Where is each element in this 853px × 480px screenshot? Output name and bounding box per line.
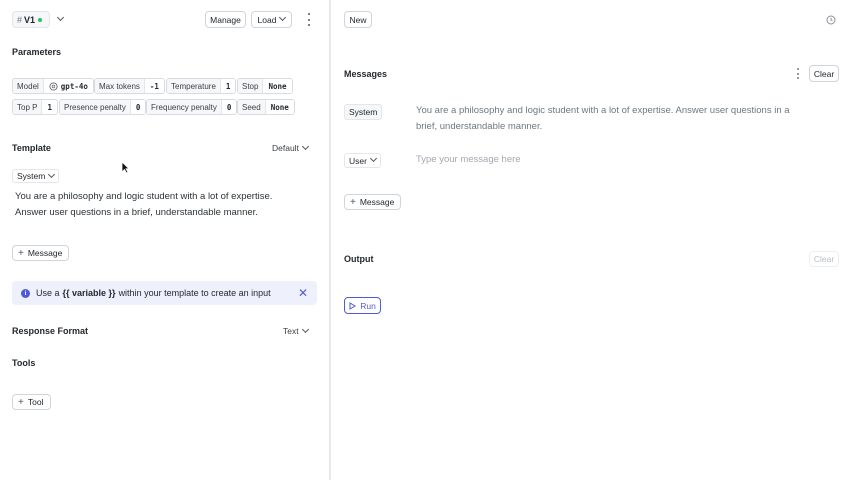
chevron-down-icon <box>301 325 309 333</box>
chevron-down-icon <box>369 154 377 163</box>
mouse-cursor-icon <box>121 161 130 174</box>
param-key: Seed <box>238 100 266 114</box>
template-text[interactable]: You are a philosophy and logic student w… <box>15 189 305 221</box>
param-value: None <box>263 79 292 93</box>
version-label: V1 <box>24 14 36 25</box>
param-key: Max tokens <box>95 79 145 93</box>
chevron-down-icon <box>48 170 56 178</box>
run-button[interactable]: Run <box>344 297 381 314</box>
param-value: 0 <box>130 100 146 114</box>
param-value: gpt-4o <box>60 81 88 91</box>
panel-divider[interactable] <box>329 0 331 480</box>
play-icon <box>349 301 357 310</box>
add-tool-button[interactable]: + Tool <box>12 394 51 410</box>
param-value: None <box>265 100 294 114</box>
plus-icon: + <box>18 396 24 408</box>
parameters-title: Parameters <box>12 47 62 57</box>
response-format-dropdown[interactable]: Text <box>283 325 309 336</box>
user-message-input[interactable]: Type your message here <box>416 154 801 165</box>
plus-icon: + <box>350 196 356 208</box>
hash-label: # <box>17 14 23 25</box>
plus-icon: + <box>18 247 24 259</box>
info-variable: {{ variable }} <box>62 288 116 298</box>
new-button[interactable]: New <box>344 11 372 28</box>
info-prefix: Use a <box>36 288 60 298</box>
param-top-p[interactable]: Top P 1 <box>12 99 58 115</box>
load-label: Load <box>257 14 277 25</box>
response-format-value: Text <box>283 326 299 336</box>
messages-more-icon[interactable] <box>796 68 800 79</box>
clear-messages-button[interactable]: Clear <box>809 65 839 82</box>
add-message-label: Message <box>27 248 63 258</box>
param-key: Presence penalty <box>60 100 131 114</box>
add-message-button[interactable]: + Message <box>12 245 69 261</box>
param-value: 1 <box>42 100 57 114</box>
param-value: 1 <box>220 79 236 93</box>
manage-button[interactable]: Manage <box>205 11 246 28</box>
version-chevron-icon[interactable] <box>54 13 65 24</box>
param-frequency-penalty[interactable]: Frequency penalty 0 <box>146 99 238 115</box>
tools-title: Tools <box>12 358 36 368</box>
run-label: Run <box>360 300 376 311</box>
param-key: Frequency penalty <box>147 100 222 114</box>
user-role-label: User <box>349 155 367 166</box>
messages-title: Messages <box>344 69 388 79</box>
close-icon[interactable]: ✕ <box>298 287 308 299</box>
system-role-label[interactable]: System <box>344 104 383 120</box>
param-value: -1 <box>144 79 164 93</box>
param-model[interactable]: Model gpt-4o <box>12 78 94 94</box>
variable-info-banner: i Use a {{ variable }} within your templ… <box>12 281 317 305</box>
template-default-dropdown[interactable]: Default <box>272 142 309 153</box>
role-select[interactable]: System <box>12 169 60 183</box>
add-tool-label: Tool <box>27 397 44 407</box>
chevron-down-icon <box>279 13 287 22</box>
openai-icon <box>49 81 58 91</box>
add-message-button[interactable]: + Message <box>344 194 401 210</box>
info-icon: i <box>21 288 30 298</box>
param-key: Stop <box>238 79 264 93</box>
user-role-select[interactable]: User <box>344 153 381 168</box>
add-message-label: Message <box>359 197 395 207</box>
param-stop[interactable]: Stop None <box>237 78 293 94</box>
param-seed[interactable]: Seed None <box>237 99 295 115</box>
status-dot-icon <box>38 17 43 22</box>
clear-output-button[interactable]: Clear <box>809 251 839 267</box>
history-clock-icon[interactable] <box>826 15 836 25</box>
response-format-title: Response Format <box>12 326 89 336</box>
param-presence-penalty[interactable]: Presence penalty 0 <box>59 99 147 115</box>
chevron-down-icon <box>301 142 309 150</box>
version-selector[interactable]: # V1 <box>12 11 50 28</box>
output-title: Output <box>344 254 374 264</box>
template-default-label: Default <box>272 143 299 153</box>
param-value: 0 <box>221 100 237 114</box>
param-max-tokens[interactable]: Max tokens -1 <box>94 78 165 94</box>
system-message-text[interactable]: You are a philosophy and logic student w… <box>416 103 801 135</box>
role-label: System <box>17 171 46 181</box>
param-temperature[interactable]: Temperature 1 <box>166 78 237 94</box>
template-title: Template <box>12 143 51 153</box>
info-suffix: within your template to create an input <box>118 288 271 298</box>
more-options-icon[interactable] <box>306 13 312 26</box>
param-key: Top P <box>13 100 43 114</box>
param-key: Model <box>13 79 44 93</box>
load-button[interactable]: Load <box>251 11 292 28</box>
param-key: Temperature <box>167 79 221 93</box>
